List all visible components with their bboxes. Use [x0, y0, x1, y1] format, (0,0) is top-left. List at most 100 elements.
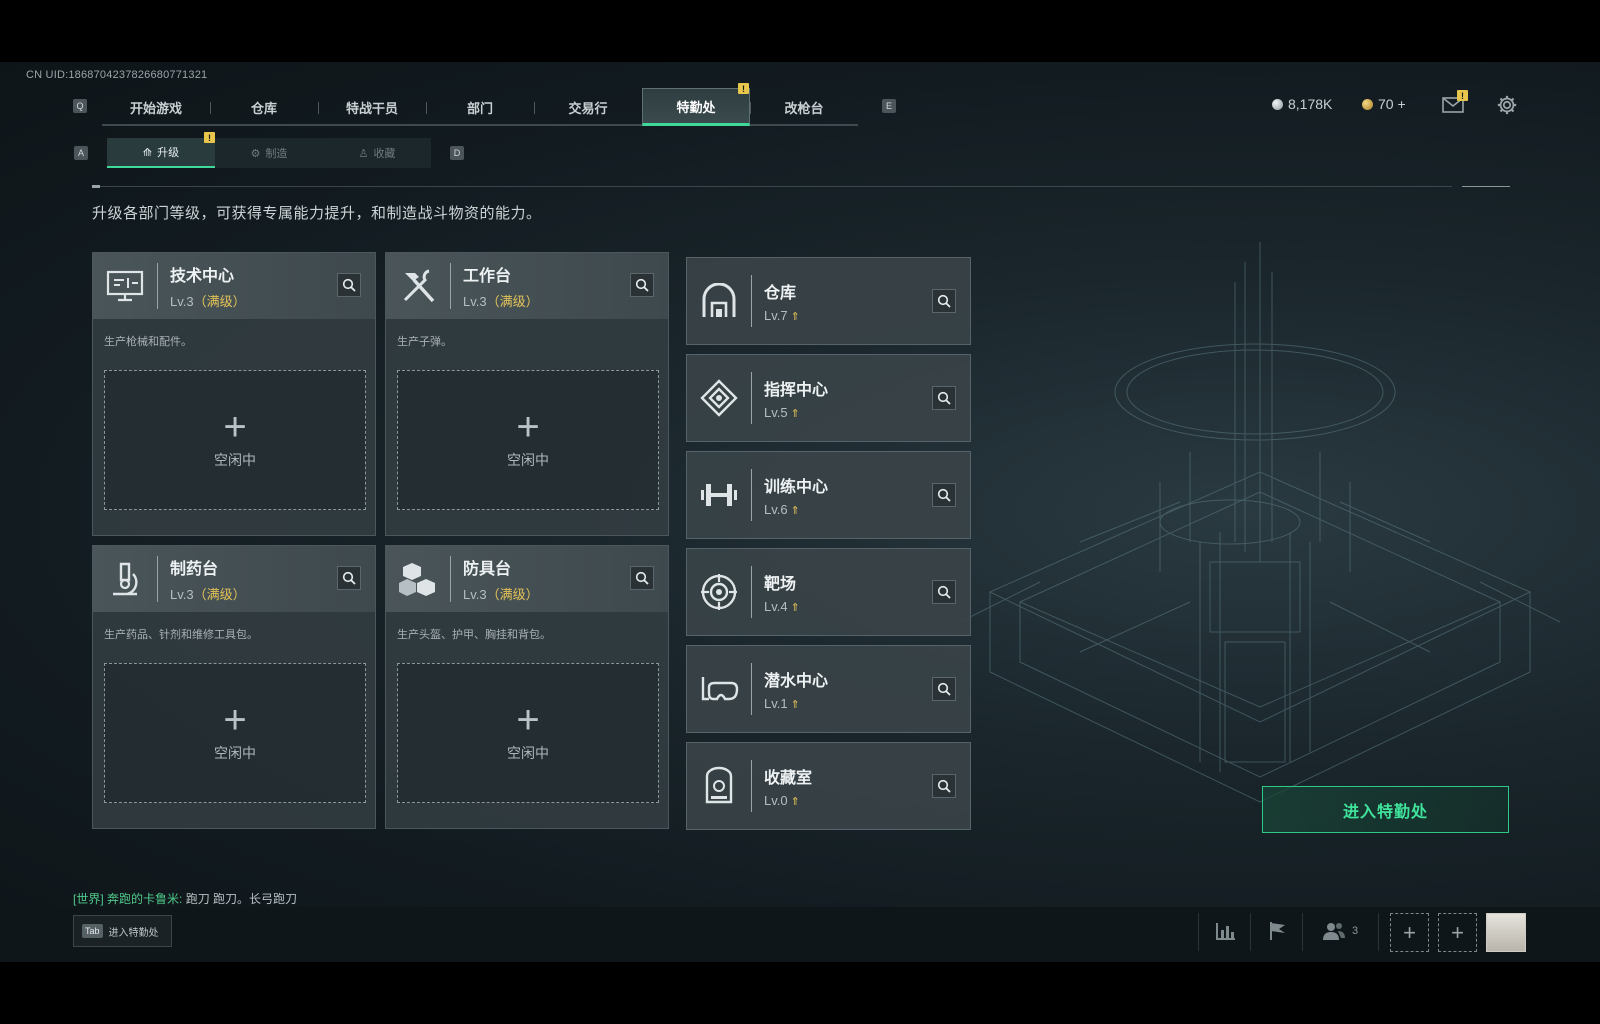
production-card-tech-center[interactable]: 技术中心 Lv.3（满级） 生产枪械和配件。 + 空闲中 [92, 252, 376, 536]
card-level: Lv.6 ⇑ [764, 502, 800, 517]
production-slot[interactable]: + 空闲中 [397, 370, 659, 510]
search-icon [342, 571, 356, 585]
command-chip-icon [687, 354, 751, 442]
upgradable-icon: ⇑ [790, 505, 800, 517]
production-card-pharmacy[interactable]: 制药台 Lv.3（满级） 生产药品、针剂和维修工具包。 + 空闲中 [92, 545, 376, 829]
inspect-button[interactable] [932, 483, 956, 507]
target-icon [687, 548, 751, 636]
cubes-icon [386, 546, 450, 612]
game-screen: CN UID:1868704237826680771321 Q 开始游戏 仓库 … [0, 62, 1600, 962]
page-description: 升级各部门等级，可获得专属能力提升，和制造战斗物资的能力。 [92, 205, 542, 222]
dumbbell-icon [687, 451, 751, 539]
bottom-bar: Tab 进入特勤处 3 + + [0, 907, 1600, 962]
slot-status: 空闲中 [214, 452, 256, 468]
warehouse-icon [687, 257, 751, 345]
upgradable-icon: ⇑ [790, 699, 800, 711]
production-slot[interactable]: + 空闲中 [104, 663, 366, 803]
card-separator [450, 556, 451, 602]
card-separator [751, 663, 752, 715]
facility-card-training-center[interactable]: 训练中心 Lv.6 ⇑ [686, 451, 971, 539]
card-level: Lv.1 ⇑ [764, 696, 800, 711]
upgradable-icon: ⇑ [790, 408, 800, 420]
card-title: 指挥中心 [764, 382, 829, 399]
settings-button[interactable] [1494, 92, 1520, 118]
hammer-wrench-icon [386, 253, 450, 319]
facility-card-collection-room[interactable]: 收藏室 Lv.0 ⇑ [686, 742, 971, 830]
inspect-button[interactable] [932, 774, 956, 798]
production-slot[interactable]: + 空闲中 [397, 663, 659, 803]
inspect-button[interactable] [337, 566, 361, 590]
production-card-workbench[interactable]: 工作台 Lv.3（满级） 生产子弹。 + 空闲中 [385, 252, 669, 536]
tab-departments[interactable]: 部门 [426, 88, 534, 126]
facility-card-command-center[interactable]: 指挥中心 Lv.5 ⇑ [686, 354, 971, 442]
add-icon: + [223, 698, 247, 742]
letterbox-top [0, 0, 1600, 62]
key-hint-d: D [450, 146, 464, 160]
card-level: Lv.0 ⇑ [764, 793, 800, 808]
facility-card-diving-center[interactable]: 潜水中心 Lv.1 ⇑ [686, 645, 971, 733]
facility-card-warehouse[interactable]: 仓库 Lv.7 ⇑ [686, 257, 971, 345]
tab-gunsmith[interactable]: 改枪台 [750, 88, 858, 126]
facility-card-shooting-range[interactable]: 靶场 Lv.4 ⇑ [686, 548, 971, 636]
card-separator [157, 263, 158, 309]
card-description: 生产头盔、护甲、胸挂和背包。 [397, 629, 551, 641]
tab-operators[interactable]: 特战干员 [318, 88, 426, 126]
subtab-craft[interactable]: ⚙ 制造 [215, 138, 323, 168]
tab-start-game[interactable]: 开始游戏 [102, 88, 210, 126]
max-level-tag: （满级） [193, 587, 246, 602]
invite-slot-1[interactable]: + [1390, 913, 1429, 952]
card-header: 技术中心 Lv.3（满级） [93, 253, 375, 319]
inspect-button[interactable] [932, 580, 956, 604]
inspect-button[interactable] [630, 566, 654, 590]
upgrade-icon: ⟰ [142, 146, 153, 159]
avatar[interactable] [1486, 913, 1526, 952]
subtab-craft-label: 制造 [265, 148, 288, 160]
main-nav: 开始游戏 仓库 特战干员 部门 交易行 特勤处 ! 改枪台 [102, 83, 858, 126]
subtab-upgrade-label: 升级 [157, 147, 180, 159]
inspect-button[interactable] [630, 273, 654, 297]
chat-channel: [世界] [73, 892, 104, 906]
tab-special-services[interactable]: 特勤处 ! [642, 83, 750, 126]
silver-currency[interactable]: 8,178K [1272, 96, 1332, 112]
card-description: 生产药品、针剂和维修工具包。 [104, 629, 258, 641]
upgrade-badge: ! [204, 132, 215, 143]
subtab-collection[interactable]: ♙ 收藏 [323, 138, 431, 168]
flag-button[interactable] [1265, 918, 1291, 944]
tab-trading[interactable]: 交易行 [534, 88, 642, 126]
card-title: 潜水中心 [764, 673, 829, 690]
max-level-tag: （满级） [486, 587, 539, 602]
silver-coin-icon [1272, 98, 1283, 110]
key-hint-q: Q [73, 99, 87, 113]
inspect-button[interactable] [932, 289, 956, 313]
card-separator [751, 372, 752, 424]
tab-shortcut-hint[interactable]: Tab 进入特勤处 [73, 915, 172, 947]
inspect-button[interactable] [337, 273, 361, 297]
card-separator [157, 556, 158, 602]
subtab-upgrade[interactable]: ⟰ 升级 ! [107, 132, 215, 168]
card-title: 工作台 [463, 268, 512, 285]
team-button[interactable]: 3 [1322, 918, 1372, 944]
card-level: Lv.7 ⇑ [764, 308, 800, 323]
display-case-icon [687, 742, 751, 830]
chat-line[interactable]: [世界] 奔跑的卡鲁米: 跑刀 跑刀。长弓跑刀 [73, 890, 297, 907]
gold-currency[interactable]: 70 + [1362, 96, 1406, 112]
sub-nav: ⟰ 升级 ! ⚙ 制造 ♙ 收藏 [107, 132, 431, 168]
tab-warehouse[interactable]: 仓库 [210, 88, 318, 126]
card-title: 制药台 [170, 561, 219, 578]
stats-button[interactable] [1213, 918, 1239, 944]
production-slot[interactable]: + 空闲中 [104, 370, 366, 510]
mail-button[interactable]: ! [1440, 90, 1468, 118]
production-card-armor[interactable]: 防具台 Lv.3（满级） 生产头盔、护甲、胸挂和背包。 + 空闲中 [385, 545, 669, 829]
tab-shortcut-label: 进入特勤处 [108, 927, 159, 939]
card-title: 训练中心 [764, 479, 829, 496]
upgradable-icon: ⇑ [790, 311, 800, 323]
search-icon [937, 488, 951, 502]
enter-special-services-button[interactable]: 进入特勤处 [1262, 786, 1509, 833]
divider [1250, 913, 1251, 951]
tab-key: Tab [82, 924, 103, 938]
inspect-button[interactable] [932, 386, 956, 410]
divider [92, 186, 1452, 187]
inspect-button[interactable] [932, 677, 956, 701]
invite-slot-2[interactable]: + [1438, 913, 1477, 952]
divider [1378, 913, 1379, 951]
